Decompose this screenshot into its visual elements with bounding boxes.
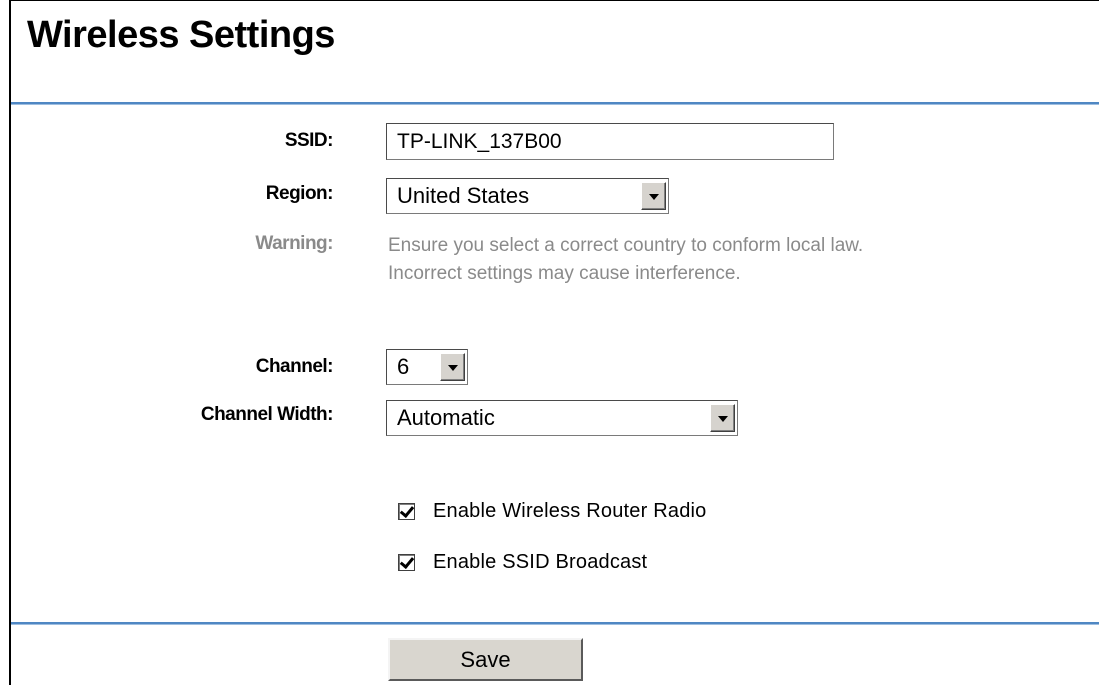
top-divider (11, 102, 1099, 105)
chevron-down-icon[interactable] (440, 353, 465, 381)
warning-text: Ensure you select a correct country to c… (388, 232, 1048, 288)
channel-select-value: 6 (397, 354, 410, 379)
channel-label: Channel: (255, 356, 334, 377)
channel-select[interactable]: 6 (386, 349, 468, 385)
enable-radio-label: Enable Wireless Router Radio (433, 499, 707, 522)
channel-width-select-value: Automatic (397, 405, 495, 430)
region-label: Region: (265, 183, 334, 204)
enable-radio-option[interactable]: Enable Wireless Router Radio (398, 499, 707, 523)
channel-width-select[interactable]: Automatic (386, 400, 738, 436)
save-button[interactable]: Save (388, 638, 583, 681)
chevron-down-icon[interactable] (710, 404, 735, 432)
enable-ssid-broadcast-option[interactable]: Enable SSID Broadcast (398, 550, 647, 574)
channel-width-label: Channel Width: (200, 404, 334, 425)
page-title: Wireless Settings (27, 14, 335, 56)
warning-label: Warning: (255, 233, 333, 254)
enable-radio-checkbox[interactable] (398, 502, 415, 520)
warning-line-2: Incorrect settings may cause interferenc… (388, 263, 741, 284)
warning-line-1: Ensure you select a correct country to c… (388, 235, 864, 256)
ssid-input[interactable] (386, 123, 834, 160)
region-select-value: United States (397, 183, 530, 208)
chevron-down-icon[interactable] (641, 182, 666, 210)
ssid-label: SSID: (284, 130, 334, 151)
region-select[interactable]: United States (386, 178, 669, 214)
enable-ssid-broadcast-checkbox[interactable] (398, 553, 415, 571)
bottom-divider (11, 622, 1099, 625)
enable-ssid-broadcast-label: Enable SSID Broadcast (433, 550, 648, 573)
